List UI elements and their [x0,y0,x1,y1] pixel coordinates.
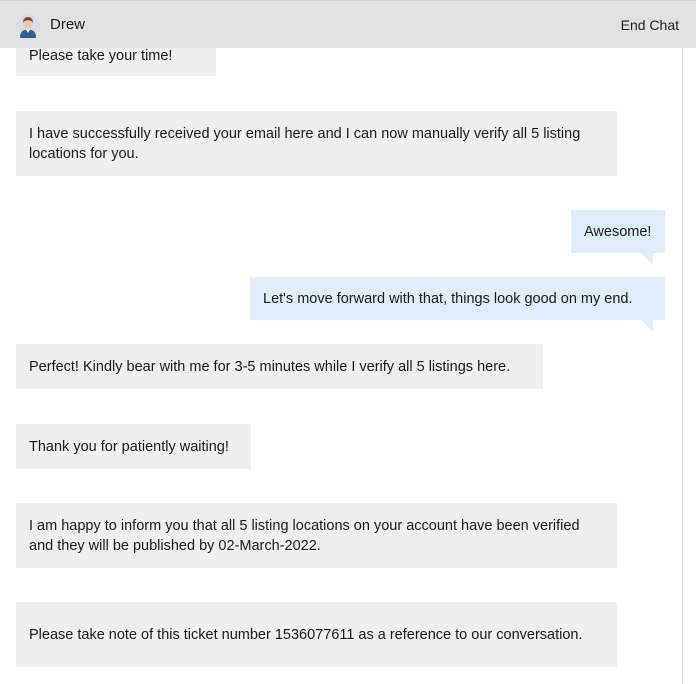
agent-message: Thank you for patiently waiting! [16,424,251,469]
agent-name: Drew [50,16,86,33]
message-text: Please take note of this ticket number 1… [29,626,583,643]
message-text: Let's move forward with that, things loo… [263,290,633,307]
message-text: Awesome! [584,223,652,240]
chat-scrollbar[interactable] [682,48,683,684]
message-text: Perfect! Kindly bear with me for 3-5 min… [29,358,511,375]
agent-message: Please take note of this ticket number 1… [16,602,617,667]
message-text: I am happy to inform you that all 5 list… [29,517,580,554]
agent-message: Perfect! Kindly bear with me for 3-5 min… [16,344,543,389]
agent-message: I am happy to inform you that all 5 list… [16,503,617,568]
agent-avatar-icon [16,14,40,38]
chat-header: Drew End Chat [0,0,696,48]
agent-message: I have successfully received your email … [16,111,617,176]
user-message-tail [641,320,653,332]
message-text: Please take your time! [29,48,173,64]
user-message-tail [641,253,653,265]
user-message: Let's move forward with that, things loo… [250,277,665,320]
end-chat-button[interactable]: End Chat [621,17,679,33]
message-list[interactable]: Please take your time! I have successful… [0,0,682,684]
message-text: I have successfully received your email … [29,125,581,162]
user-message: Awesome! [571,210,665,253]
message-text: Thank you for patiently waiting! [29,438,229,455]
